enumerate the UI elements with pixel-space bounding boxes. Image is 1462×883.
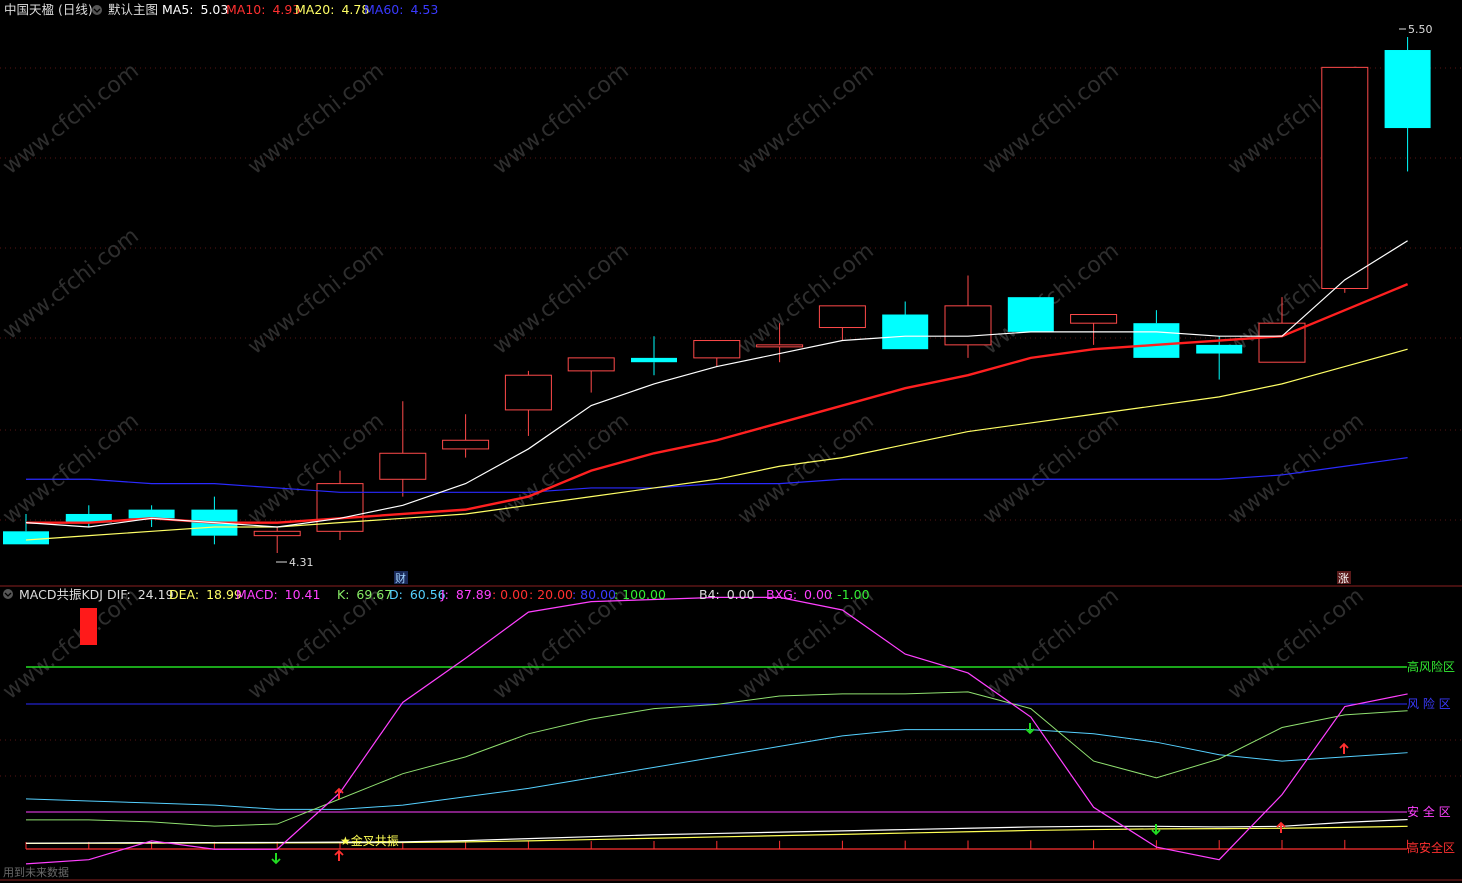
indicator-toggle-icon[interactable] [3,589,13,599]
stock-name: 中国天楹 [4,2,55,17]
level-100: : 100.00 [614,587,666,602]
candle-up[interactable] [756,344,804,348]
candle-up[interactable] [379,452,427,480]
level-20: : 20.00 [529,587,573,602]
footer-note: 用到未来数据 [3,865,69,879]
ma60-value: 4.53 [410,2,438,17]
b4-value: 0.00 [727,587,755,602]
indicator-name: MACD共振KDJ [19,587,103,602]
ma60-label: MA60: [364,2,403,17]
chart-canvas[interactable]: www.cfchi.com www.cfchi.com www.cfchi.com w… [0,0,1462,883]
d-label: D: [389,587,403,602]
candle-up[interactable] [1070,314,1118,324]
zone-high-risk-label: 高风险区 [1407,659,1455,674]
candle-down[interactable] [882,314,929,350]
limit-up-marker-label: 涨 [1338,572,1349,585]
macd-value: 10.41 [285,587,321,602]
neg-level: : -1.00 [829,587,870,602]
ma5-value: 5.03 [201,2,229,17]
golden-cross-label: ★金叉共振 [340,833,399,848]
template-toggle-icon[interactable] [92,5,102,15]
b4-label: B4: [699,587,720,602]
k-value: 69.67 [356,587,392,602]
macd-label: MACD: [236,587,278,602]
indicator-legend: MACD共振KDJ DIF: 24.19 DEA: 18.99 MACD: 10… [19,587,870,602]
price-legend: 中国天楹 (日线) [4,2,93,17]
candle-up[interactable] [818,305,866,329]
low-price-label: 4.31 [289,556,314,569]
high-price-label: 5.50 [1408,23,1433,36]
candle-up[interactable] [1321,66,1369,289]
template-label: 默认主图 [108,2,158,17]
bxg-value: 0.00 [804,587,832,602]
zone-risk-label: 风 险 区 [1407,696,1451,711]
bxg-label: BXG: [766,587,797,602]
period-label: (日线) [58,2,93,17]
level-80: : 80.00 [572,587,616,602]
candle-down[interactable] [3,531,49,545]
zone-safe-label: 安 全 区 [1407,804,1451,819]
candle-down[interactable] [1133,323,1180,358]
ma5-label: MA5: [162,2,194,17]
candle-down[interactable] [128,509,175,519]
dif-label: DIF: [107,587,131,602]
candle-down[interactable] [1384,50,1431,129]
j-value: 87.89 [456,587,492,602]
candle-up[interactable] [504,374,552,411]
candle-up[interactable] [944,305,992,346]
k-label: K: [337,587,349,602]
candle-down[interactable] [631,357,677,363]
zone-high-safe-label: 高安全区 [1407,840,1455,855]
candle-up[interactable] [253,530,301,537]
j-label: J: [440,587,449,602]
dea-label: DEA: [169,587,199,602]
candle-up[interactable] [442,439,490,450]
background [0,0,1462,883]
signal-block [80,608,97,645]
candle-down[interactable] [1007,297,1054,332]
candle-up[interactable] [567,357,615,372]
candle-down[interactable] [1196,344,1243,354]
finance-marker-label: 财 [395,571,406,585]
ma10-label: MA10: [226,2,265,17]
ma-legend: 默认主图 MA5: 5.03 MA10: 4.93 MA20: 4.78 MA6… [108,2,438,17]
ma20-label: MA20: [295,2,334,17]
level-0: : 0.00 [492,587,528,602]
candle-up[interactable] [693,340,741,359]
